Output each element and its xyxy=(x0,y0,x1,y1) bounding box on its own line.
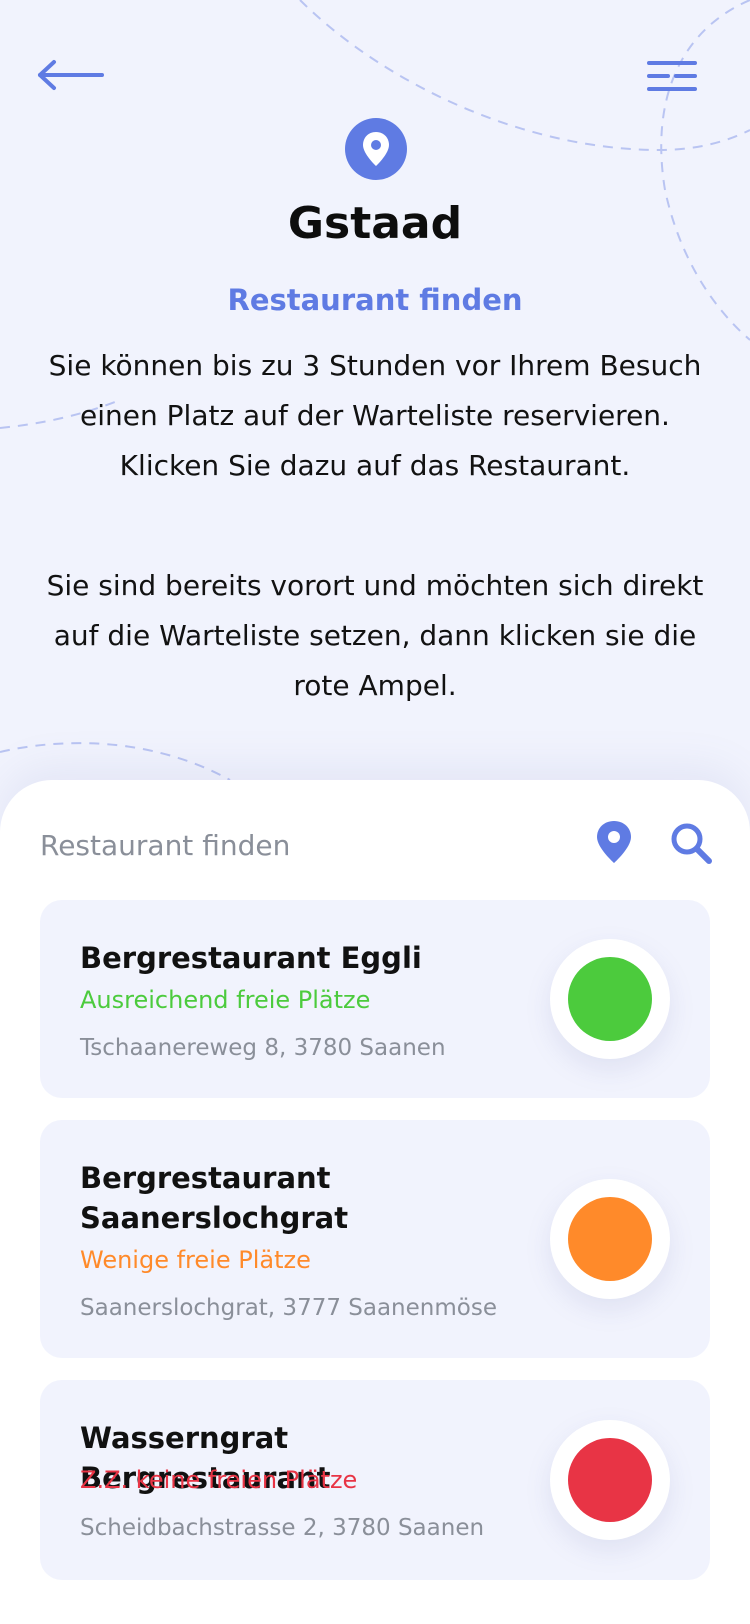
section-subtitle: Restaurant finden xyxy=(227,283,523,317)
restaurant-card[interactable]: Bergrestaurant Eggli Ausreichend freie P… xyxy=(40,900,710,1098)
availability-status: Ausreichend freie Plätze xyxy=(80,986,371,1014)
location-button[interactable] xyxy=(592,818,636,866)
restaurant-address: Tschaanereweg 8, 3780 Saanen xyxy=(80,1035,446,1061)
back-button[interactable] xyxy=(34,50,114,100)
availability-status: Wenige freie Plätze xyxy=(80,1246,311,1274)
restaurant-address: Scheidbachstrasse 2, 3780 Saanen xyxy=(80,1515,485,1541)
status-light xyxy=(568,1197,652,1281)
menu-button[interactable] xyxy=(640,52,700,98)
page-title: Gstaad xyxy=(287,198,463,249)
status-light xyxy=(568,1438,652,1522)
restaurant-card[interactable]: Bergrestaurant Saanerslochgrat Wenige fr… xyxy=(40,1120,710,1358)
restaurant-card[interactable]: Wasserngrat Bergrestaurant Z.Z. keine fr… xyxy=(40,1380,710,1580)
map-pin-icon xyxy=(597,821,631,863)
search-icon xyxy=(671,823,712,864)
menu-icon xyxy=(647,61,697,91)
intro-text-waitlist: Sie sind bereits vorort und möchten sich… xyxy=(46,569,704,702)
restaurant-address: Saanerslochgrat, 3777 Saanenmöse xyxy=(80,1295,497,1321)
availability-status: Z.Z. keine freien Plätze xyxy=(80,1466,358,1494)
restaurant-sheet: Bergrestaurant Eggli Ausreichend freie P… xyxy=(0,780,750,1624)
intro-text-reservation: Sie können bis zu 3 Stunden vor Ihrem Be… xyxy=(48,349,702,482)
location-badge xyxy=(345,118,407,180)
traffic-light-button[interactable] xyxy=(550,1420,670,1540)
status-light xyxy=(568,957,652,1041)
restaurant-name: Bergrestaurant Saanerslochgrat xyxy=(80,1161,349,1235)
map-pin-icon xyxy=(363,132,389,166)
search-button[interactable] xyxy=(668,820,714,866)
arrow-left-icon xyxy=(38,60,104,90)
search-input[interactable] xyxy=(40,820,560,870)
traffic-light-button[interactable] xyxy=(550,1179,670,1299)
traffic-light-button[interactable] xyxy=(550,939,670,1059)
restaurant-name: Bergrestaurant Eggli xyxy=(80,941,422,975)
